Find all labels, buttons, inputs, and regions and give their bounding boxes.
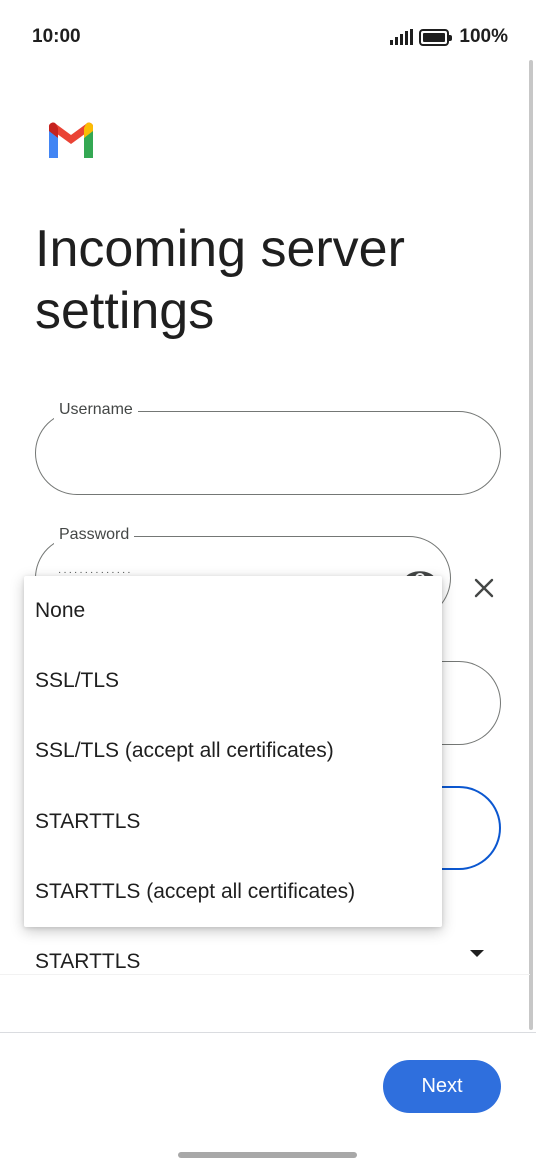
footer-divider xyxy=(0,1032,536,1033)
security-select-underline xyxy=(0,974,530,975)
gmail-logo-icon xyxy=(48,122,94,158)
battery-percentage: 100% xyxy=(459,26,508,47)
scrollbar[interactable] xyxy=(529,60,533,1030)
menu-item-none[interactable]: None xyxy=(24,576,442,646)
menu-item-ssl-tls[interactable]: SSL/TLS xyxy=(24,646,442,716)
close-icon[interactable] xyxy=(472,576,496,600)
password-label: Password xyxy=(54,526,135,544)
next-button[interactable]: Next xyxy=(383,1060,501,1113)
menu-item-starttls[interactable]: STARTTLS xyxy=(24,787,442,857)
status-icons: 100% xyxy=(390,26,508,48)
status-bar: 10:00 100% xyxy=(0,0,536,72)
home-indicator[interactable] xyxy=(178,1152,357,1158)
username-label: Username xyxy=(54,401,138,419)
menu-item-ssl-tls-accept-all[interactable]: SSL/TLS (accept all certificates) xyxy=(24,716,442,786)
menu-item-starttls-accept-all[interactable]: STARTTLS (accept all certificates) xyxy=(24,857,442,927)
battery-full-icon xyxy=(419,28,453,46)
status-time: 10:00 xyxy=(32,26,81,47)
username-field[interactable]: Username xyxy=(35,401,501,495)
signal-bars-icon xyxy=(390,29,414,45)
dropdown-arrow-icon[interactable] xyxy=(470,950,484,957)
security-dropdown-menu: None SSL/TLS SSL/TLS (accept all certifi… xyxy=(24,576,442,927)
page-title: Incoming server settings xyxy=(35,220,405,340)
security-select-value[interactable]: STARTTLS xyxy=(35,950,140,974)
